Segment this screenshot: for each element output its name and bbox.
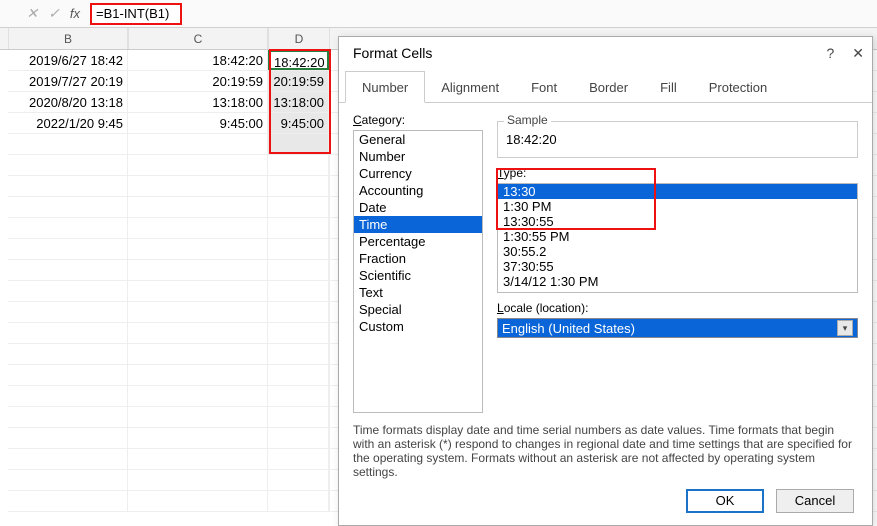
type-item-133055[interactable]: 13:30:55 (498, 214, 857, 229)
type-item-date130pm[interactable]: 3/14/12 1:30 PM (498, 274, 857, 289)
type-item-373055[interactable]: 37:30:55 (498, 259, 857, 274)
formula-bar: ✕ ✓ fx =B1-INT(B1) (0, 0, 877, 28)
cell-d4[interactable]: 9:45:00 (268, 113, 329, 133)
close-icon[interactable]: ✕ (852, 45, 864, 62)
cell-c2[interactable]: 20:19:59 (128, 71, 268, 91)
cell-c1[interactable]: 18:42:20 (128, 50, 268, 70)
column-header-c[interactable]: C (128, 28, 268, 49)
format-cells-dialog: Format Cells ? ✕ Number Alignment Font B… (338, 36, 873, 526)
category-item-percentage[interactable]: Percentage (354, 233, 482, 250)
category-item-date[interactable]: Date (354, 199, 482, 216)
dialog-title: Format Cells (353, 45, 432, 61)
locale-value: English (United States) (502, 321, 635, 336)
tab-font[interactable]: Font (515, 72, 573, 102)
category-item-general[interactable]: General (354, 131, 482, 148)
category-item-scientific[interactable]: Scientific (354, 267, 482, 284)
category-label: Category: (353, 113, 483, 127)
column-header-b[interactable]: B (8, 28, 128, 49)
locale-label: Locale (location): (497, 301, 858, 315)
accept-formula-icon: ✓ (48, 5, 60, 22)
type-label: Type: (497, 166, 858, 180)
type-item-30552[interactable]: 30:55.2 (498, 244, 857, 259)
chevron-down-icon[interactable]: ▾ (837, 320, 853, 336)
dialog-tabs: Number Alignment Font Border Fill Protec… (339, 69, 872, 103)
sample-value: 18:42:20 (506, 128, 849, 147)
tab-alignment[interactable]: Alignment (425, 72, 515, 102)
category-item-text[interactable]: Text (354, 284, 482, 301)
category-item-accounting[interactable]: Accounting (354, 182, 482, 199)
cell-c3[interactable]: 13:18:00 (128, 92, 268, 112)
dialog-titlebar: Format Cells ? ✕ (339, 37, 872, 69)
category-item-fraction[interactable]: Fraction (354, 250, 482, 267)
cell-d2[interactable]: 20:19:59 (268, 71, 329, 91)
sample-box: Sample 18:42:20 (497, 121, 858, 158)
category-item-special[interactable]: Special (354, 301, 482, 318)
cell-d3[interactable]: 13:18:00 (268, 92, 329, 112)
locale-select[interactable]: English (United States) ▾ (497, 318, 858, 338)
cell-c4[interactable]: 9:45:00 (128, 113, 268, 133)
cell-b3[interactable]: 2020/8/20 13:18 (8, 92, 128, 112)
cell-b2[interactable]: 2019/7/27 20:19 (8, 71, 128, 91)
category-list[interactable]: General Number Currency Accounting Date … (353, 130, 483, 413)
cell-d1[interactable]: 18:42:20 (268, 50, 329, 70)
help-icon[interactable]: ? (826, 45, 834, 61)
category-item-currency[interactable]: Currency (354, 165, 482, 182)
sample-label: Sample (504, 113, 551, 127)
formula-icons: ✕ ✓ fx (0, 5, 90, 22)
category-item-number[interactable]: Number (354, 148, 482, 165)
cancel-button[interactable]: Cancel (776, 489, 854, 513)
tab-border[interactable]: Border (573, 72, 644, 102)
cell-b1[interactable]: 2019/6/27 18:42 (8, 50, 128, 70)
tab-protection[interactable]: Protection (693, 72, 784, 102)
fx-icon[interactable]: fx (70, 6, 80, 21)
category-item-custom[interactable]: Custom (354, 318, 482, 335)
cancel-formula-icon: ✕ (26, 5, 38, 22)
type-item-1330[interactable]: 13:30 (498, 184, 857, 199)
column-header-d[interactable]: D (268, 28, 330, 49)
type-list[interactable]: 13:30 1:30 PM 13:30:55 1:30:55 PM 30:55.… (497, 183, 858, 293)
help-text: Time formats display date and time seria… (353, 423, 858, 479)
type-item-130pm[interactable]: 1:30 PM (498, 199, 857, 214)
tab-number[interactable]: Number (345, 71, 425, 103)
cell-b4[interactable]: 2022/1/20 9:45 (8, 113, 128, 133)
category-item-time[interactable]: Time (354, 216, 482, 233)
tab-fill[interactable]: Fill (644, 72, 693, 102)
type-item-13055pm[interactable]: 1:30:55 PM (498, 229, 857, 244)
ok-button[interactable]: OK (686, 489, 764, 513)
formula-input[interactable]: =B1-INT(B1) (90, 3, 182, 25)
